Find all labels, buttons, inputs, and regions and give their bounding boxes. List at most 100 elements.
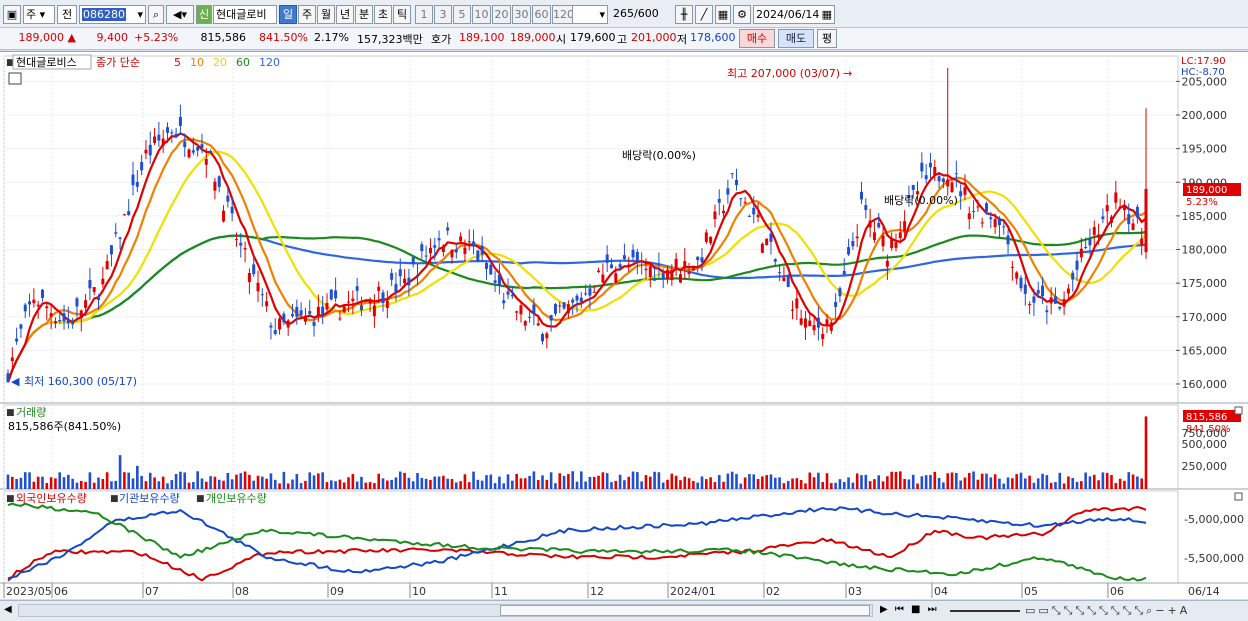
legend-marker: ■ [6,494,15,504]
candle-body [946,179,950,187]
period-tab[interactable]: 일 [279,5,297,24]
volume-bar [799,480,803,489]
scroll-left-icon[interactable]: ◀ [4,604,12,615]
candle-body [338,318,342,320]
candle-body [1058,306,1062,309]
market-select[interactable]: 전 [57,5,77,24]
period-tab[interactable]: 년 [336,5,354,24]
chart-area[interactable]: 205,000 200,000 195,000 190,000 185,000 180,0… [0,51,1248,599]
candle-body [351,298,355,301]
arrow-left-icon: ◀ [11,375,20,388]
candle-body [834,301,838,307]
volume-bar [304,480,307,489]
sell-button[interactable]: 매도 [778,29,814,48]
volume-bar [433,476,437,489]
scroll-thumb[interactable] [500,605,870,616]
volume-bar [980,473,984,489]
candle-body [66,319,70,324]
panel-close-icon[interactable] [1234,406,1243,415]
current-price: 189,000 ▲ [18,31,76,44]
volume-bar [92,482,96,489]
interval-button[interactable]: 120 [552,5,574,24]
candle-body [903,221,907,232]
candle-body [364,300,368,302]
search-icon[interactable]: ⌕ [148,5,164,24]
interval-button[interactable]: 20 [492,5,511,24]
volume-bar [592,476,596,489]
period-tab[interactable]: 월 [317,5,335,24]
chart-canvas[interactable]: 205,000200,000195,000190,000185,000180,0… [0,52,1248,600]
volume-bar [312,475,316,489]
x-axis-label: 08 [235,585,249,598]
interval-button[interactable]: 60 [532,5,551,24]
ma-legend-label: 120 [259,56,280,69]
candle-body [368,300,372,304]
x-axis-ticks: 2023/05 06 07 08 09 10 11 12 2024/01 02 03 04 05 06 06… [3,583,1220,598]
volume-bar [282,471,286,489]
candle-body [1028,304,1032,306]
zoom-tools[interactable]: ▭▭⤡⤡⤡⤡⤡⤡⤡⤡⌕−+A [1025,604,1190,618]
interval-dropdown[interactable]: ▾ [572,5,608,24]
period-tab[interactable]: 분 [355,5,373,24]
volume-bar [765,475,768,489]
candle-body [174,133,178,138]
period-tab[interactable]: 틱 [393,5,411,24]
audio-icon[interactable]: ◀▾ [166,5,194,24]
period-tab[interactable]: 초 [374,5,392,24]
candle-icon[interactable]: ╫ [675,5,693,24]
candle-body [782,277,786,282]
candle-body [213,181,217,191]
x-axis-label: 05 [1024,585,1038,598]
period-tab[interactable]: 주 [298,5,316,24]
grid-icon[interactable]: ▦ [715,5,731,24]
candle-body [88,280,92,289]
date-input[interactable]: 2024/06/14 ▦ [753,5,835,24]
candle-body [420,244,424,251]
candle-body [597,270,601,272]
layout-icon[interactable]: ▣ [3,5,21,24]
volume-bar [1067,476,1070,489]
stock-code-input[interactable]: 086280 ▾ [79,5,146,24]
candle-body [23,304,27,312]
zoom-slider[interactable] [950,610,1020,612]
volume-bar [105,472,109,489]
candle-body [260,294,264,296]
interval-button[interactable]: 1 [415,5,433,24]
x-axis-label: 2023/05 [6,585,52,598]
volume-bar [187,482,191,489]
interval-button[interactable]: 10 [472,5,491,24]
volume-bar [955,473,958,489]
volume-bar [743,477,747,489]
current-pct-text: 5.23% [1186,197,1218,208]
period-select[interactable]: 주 ▾ [23,5,55,24]
table-icon[interactable] [8,72,22,85]
interval-button[interactable]: 5 [453,5,471,24]
candle-body [864,205,868,210]
eval-button[interactable]: 평 [817,29,837,48]
candle-body [704,232,708,242]
volume-bar [713,482,717,489]
playback-controls[interactable]: ▶ ⏮ ■ ⏭ [880,604,939,615]
legend-series: 종가 단순 [96,56,140,69]
volume-bar [812,477,816,489]
interval-button[interactable]: 30 [512,5,531,24]
candle-body [528,316,532,318]
volume-bar [666,479,669,489]
count-display[interactable]: 265/600 [611,5,669,24]
buy-button[interactable]: 매수 [739,29,775,48]
panel-close-icon[interactable] [1234,492,1243,501]
settings-icon[interactable]: ⚙ [733,5,751,24]
credit-badge: 신 [196,5,212,24]
candle-body [808,320,812,327]
interval-button[interactable]: 3 [434,5,452,24]
chart-scrollbar[interactable]: ◀ ▶ ⏮ ■ ⏭ ▭▭⤡⤡⤡⤡⤡⤡⤡⤡⌕−+A [0,600,1248,621]
candle-body [816,317,820,328]
candle-body [812,325,816,331]
candle-body [881,235,885,247]
candle-body [980,222,984,224]
candle-body [1101,216,1105,220]
candle-body [756,214,760,218]
candle-body [510,294,514,297]
draw-icon[interactable]: ╱ [695,5,713,24]
volume-bar [532,471,536,489]
